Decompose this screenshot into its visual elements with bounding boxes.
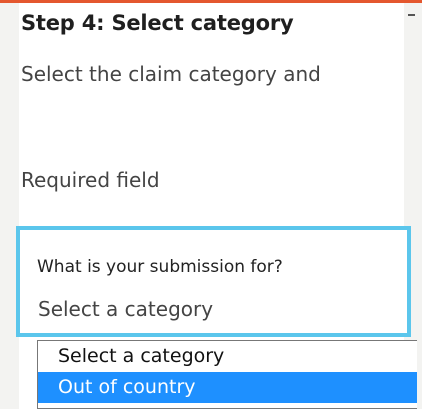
required-field-note: Required field [21, 168, 160, 192]
submission-field-label: What is your submission for? [37, 257, 283, 277]
category-dropdown-list: Select a category Out of country [37, 340, 417, 409]
dropdown-option-select-a-category[interactable]: Select a category [38, 341, 417, 372]
edge-mark [408, 14, 415, 16]
step-description: Select the claim category and [21, 62, 321, 86]
dropdown-option-out-of-country[interactable]: Out of country [38, 372, 417, 403]
category-select[interactable]: Select a category [38, 297, 213, 321]
step-heading: Step 4: Select category [21, 11, 294, 35]
